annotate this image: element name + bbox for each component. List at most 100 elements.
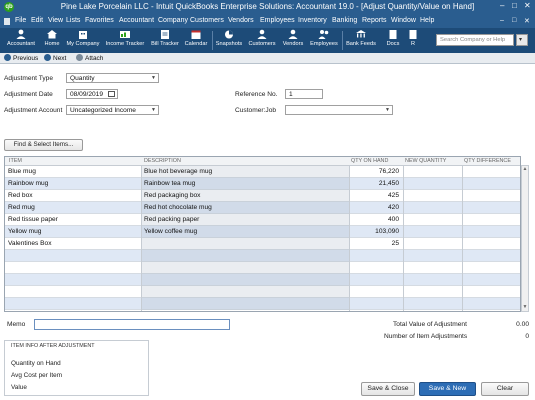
description-shade [141, 250, 349, 262]
toolbar-employees[interactable]: Employees [308, 29, 340, 52]
menu-window[interactable]: Window [391, 17, 416, 24]
cell-qty-on-hand: 25 [391, 240, 399, 247]
total-value-amount: 0.00 [516, 321, 529, 328]
next-button[interactable]: Next [44, 54, 66, 62]
toolbar-accountant[interactable]: Accountant [3, 29, 39, 52]
save-new-button[interactable]: Save & New [419, 382, 476, 396]
cell-item[interactable]: Red mug [8, 204, 35, 211]
menu-customers[interactable]: Customers [190, 17, 224, 24]
adjustment-date-label: Adjustment Date [4, 91, 53, 98]
header-new-quantity: NEW QUANTITY [405, 158, 447, 164]
save-close-button[interactable]: Save & Close [361, 382, 415, 396]
cell-qty-on-hand: 425 [387, 192, 399, 199]
menu-employees[interactable]: Employees [260, 17, 295, 24]
toolbar-income-tracker[interactable]: Income Tracker [104, 29, 146, 52]
toolbar-vendors[interactable]: Vendors [280, 29, 306, 52]
calendar-icon[interactable] [108, 91, 115, 97]
minimize-icon[interactable]: – [500, 1, 504, 10]
toolbar-snapshots[interactable]: Snapshots [214, 29, 244, 52]
toolbar-bill-tracker[interactable]: Bill Tracker [148, 29, 182, 52]
chevron-down-icon: ▾ [519, 37, 523, 43]
accountant-icon [16, 29, 26, 39]
column-divider [403, 166, 404, 311]
toolbar-docs[interactable]: Docs [382, 29, 404, 52]
adjustment-account-select[interactable]: Uncategorized Income ▼ [66, 105, 159, 115]
toolbar-home[interactable]: Home [42, 29, 62, 52]
menu-help[interactable]: Help [420, 17, 434, 24]
table-row[interactable]: Valentines Box 25 [5, 238, 520, 250]
menu-app-icon[interactable] [4, 18, 10, 25]
toolbar-separator [212, 31, 213, 50]
cell-item[interactable]: Rainbow mug [8, 180, 48, 187]
maximize-icon[interactable]: □ [512, 1, 517, 10]
attach-button[interactable]: Attach [76, 54, 103, 62]
doc-close-icon[interactable]: ✕ [524, 17, 530, 25]
toolbar-my-company[interactable]: My Company [64, 29, 102, 52]
menu-file[interactable]: File [15, 17, 26, 24]
table-row[interactable]: Blue mug Blue hot beverage mug 76,220 [5, 166, 520, 178]
close-icon[interactable]: ✕ [524, 1, 531, 10]
doc-minimize-icon[interactable]: – [500, 17, 504, 24]
bank-feeds-icon [356, 30, 366, 38]
scroll-up-icon[interactable]: ▲ [522, 166, 528, 173]
doc-restore-icon[interactable]: □ [512, 17, 516, 24]
menu-accountant[interactable]: Accountant [119, 17, 154, 24]
items-table: ITEM DESCRIPTION QTY ON HAND NEW QUANTIT… [4, 156, 521, 312]
table-row-empty[interactable] [5, 262, 520, 274]
item-adjustments-count: 0 [525, 333, 529, 340]
memo-label: Memo [7, 321, 26, 328]
toolbar-bank-feeds[interactable]: Bank Feeds [344, 29, 378, 52]
memo-input[interactable] [34, 319, 230, 330]
arrow-left-icon [4, 54, 11, 61]
menu-inventory[interactable]: Inventory [298, 17, 327, 24]
vendors-icon [288, 29, 298, 39]
find-select-items-button[interactable]: Find & Select Items... [4, 139, 83, 151]
column-divider [462, 166, 463, 311]
table-row[interactable]: Red tissue paper Red packing paper 400 [5, 214, 520, 226]
table-header: ITEM DESCRIPTION QTY ON HAND NEW QUANTIT… [5, 157, 520, 166]
form-nav-bar: Previous Next Attach [0, 53, 535, 64]
customer-job-select[interactable]: ▼ [285, 105, 393, 115]
company-icon [79, 31, 87, 39]
table-row-empty[interactable] [5, 274, 520, 286]
previous-button[interactable]: Previous [4, 54, 38, 62]
table-row[interactable]: Red mug Red hot chocolate mug 420 [5, 202, 520, 214]
column-divider [141, 166, 142, 311]
scroll-down-icon[interactable]: ▼ [522, 304, 528, 311]
adjustment-date-field[interactable]: 08/09/2019 [66, 89, 118, 99]
search-dropdown-button[interactable]: ▾ [516, 34, 528, 46]
table-row[interactable]: Red box Red packaging box 425 [5, 190, 520, 202]
toolbar-customers[interactable]: Customers [246, 29, 278, 52]
cell-item[interactable]: Valentines Box [8, 240, 52, 247]
description-shade [141, 274, 349, 286]
menu-company[interactable]: Company [158, 17, 188, 24]
table-row[interactable]: Rainbow mug Rainbow tea mug 21,450 [5, 178, 520, 190]
table-row[interactable]: Yellow mug Yellow coffee mug 103,090 [5, 226, 520, 238]
cell-item[interactable]: Yellow mug [8, 228, 41, 235]
cell-item[interactable]: Red box [8, 192, 33, 199]
toolbar-reports[interactable]: R [406, 29, 420, 52]
cell-item[interactable]: Blue mug [8, 168, 36, 175]
menu-vendors[interactable]: Vendors [228, 17, 254, 24]
paperclip-icon [76, 54, 83, 61]
search-input[interactable]: Search Company or Help [436, 34, 514, 46]
menu-view[interactable]: View [48, 17, 63, 24]
menu-lists[interactable]: Lists [66, 17, 80, 24]
cell-item[interactable]: Red tissue paper [8, 216, 58, 223]
toolbar-calendar[interactable]: Calendar [182, 29, 210, 52]
menu-reports[interactable]: Reports [362, 17, 387, 24]
column-divider [349, 166, 350, 311]
reference-label: Reference No. [235, 91, 278, 98]
reference-number-input[interactable]: 1 [285, 89, 323, 99]
adjustment-type-select[interactable]: Quantity ▼ [66, 73, 159, 83]
menu-favorites[interactable]: Favorites [85, 17, 114, 24]
menu-edit[interactable]: Edit [31, 17, 43, 24]
table-scrollbar[interactable]: ▲ ▼ [521, 165, 529, 312]
clear-button[interactable]: Clear [481, 382, 529, 396]
table-row-empty[interactable] [5, 286, 520, 298]
home-icon [47, 30, 57, 39]
table-row-empty[interactable] [5, 250, 520, 262]
total-value-label: Total Value of Adjustment [393, 321, 467, 328]
menu-banking[interactable]: Banking [332, 17, 357, 24]
table-row-empty[interactable] [5, 298, 520, 310]
